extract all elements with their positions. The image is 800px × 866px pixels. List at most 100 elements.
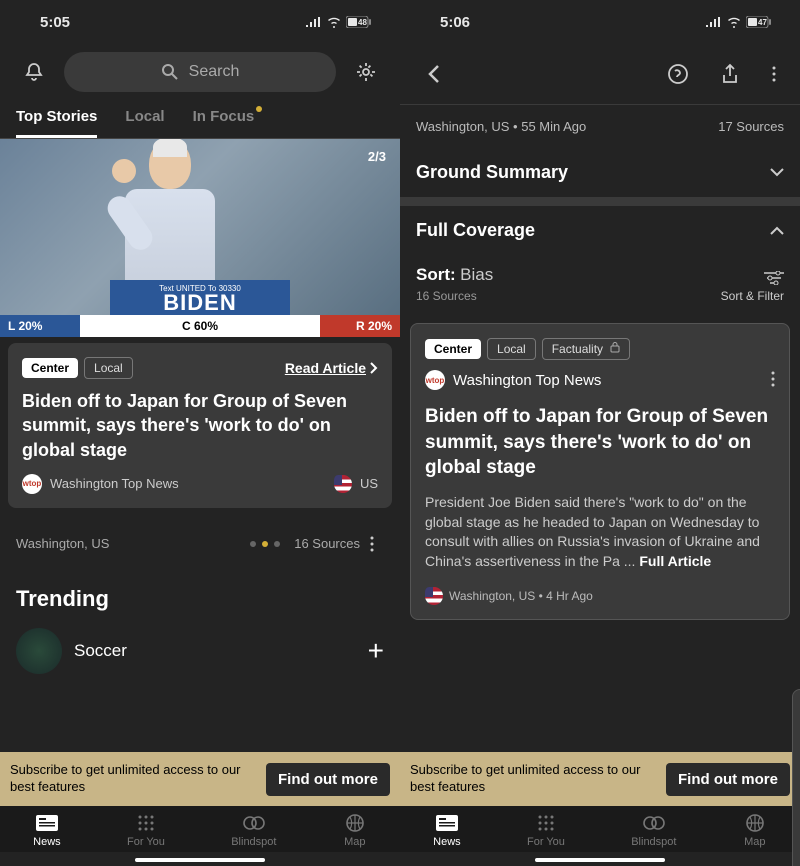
- subscribe-button[interactable]: Find out more: [266, 763, 390, 796]
- card-excerpt: President Joe Biden said there's "work t…: [425, 493, 775, 571]
- tab-bar: Top Stories Local In Focus: [0, 100, 400, 139]
- add-icon[interactable]: +: [368, 635, 384, 667]
- search-input[interactable]: Search: [64, 52, 336, 92]
- more-icon[interactable]: [762, 54, 786, 94]
- card-more-icon[interactable]: [771, 371, 775, 390]
- country-label: US: [360, 476, 378, 491]
- nav-news[interactable]: News: [433, 814, 461, 848]
- next-card-peek[interactable]: [792, 689, 800, 866]
- sort-row: Sort: Bias 16 Sources Sort & Filter: [400, 255, 800, 317]
- trending-thumb: [16, 628, 62, 674]
- filter-icon: [764, 271, 784, 285]
- location-label: Washington, US: [16, 536, 109, 551]
- detail-meta: Washington, US • 55 Min Ago 17 Sources: [400, 105, 800, 148]
- article-headline: Biden off to Japan for Group of Seven su…: [22, 389, 378, 462]
- blindspot-icon: [642, 815, 666, 831]
- read-article-link[interactable]: Read Article: [285, 360, 378, 376]
- card-source-row: wtop Washington Top News: [425, 370, 775, 390]
- ground-summary-row[interactable]: Ground Summary: [400, 148, 800, 198]
- nav-blindspot[interactable]: Blindspot: [231, 814, 276, 848]
- signal-icon: [706, 17, 722, 27]
- home-indicator[interactable]: [135, 858, 265, 862]
- tab-in-focus[interactable]: In Focus: [193, 108, 255, 138]
- tag-center[interactable]: Center: [22, 358, 78, 378]
- sort-sources: 16 Sources: [416, 289, 493, 303]
- tag-local[interactable]: Local: [84, 357, 133, 379]
- header: Search: [0, 44, 400, 100]
- flag-us-icon: [334, 475, 352, 493]
- meta-bar: Washington, US 16 Sources: [0, 514, 400, 574]
- source-name: Washington Top News: [50, 476, 179, 491]
- source-row: wtop Washington Top News US: [22, 474, 378, 494]
- sort-label: Sort:: [416, 265, 456, 284]
- news-icon: [436, 815, 458, 831]
- status-icons: 48: [306, 16, 372, 28]
- full-coverage-row[interactable]: Full Coverage: [400, 206, 800, 255]
- screen-left: 5:05 48 Search Top Stories Local In Focu…: [0, 0, 400, 866]
- blindspot-icon: [242, 815, 266, 831]
- flag-us-icon: [425, 587, 443, 605]
- chevron-right-icon: [370, 362, 378, 374]
- grid-icon: [137, 814, 155, 832]
- search-placeholder: Search: [189, 63, 240, 81]
- globe-icon: [346, 814, 364, 832]
- card-footer: Washington, US • 4 Hr Ago: [425, 587, 775, 605]
- status-time: 5:05: [40, 14, 70, 31]
- wifi-icon: [326, 16, 342, 28]
- back-icon[interactable]: [414, 54, 454, 94]
- meta-sources[interactable]: 17 Sources: [718, 119, 784, 134]
- tag-local[interactable]: Local: [487, 338, 536, 360]
- tag-row: Center Local Read Article: [22, 357, 378, 379]
- nav-for-you[interactable]: For You: [527, 814, 565, 848]
- coverage-card[interactable]: Center Local Factuality wtop Washington …: [410, 323, 790, 620]
- bottom-nav: News For You Blindspot Map: [400, 806, 800, 852]
- chevron-down-icon: [770, 168, 784, 177]
- nav-news[interactable]: News: [33, 814, 61, 848]
- wifi-icon: [726, 16, 742, 28]
- grid-icon: [537, 814, 555, 832]
- share-icon[interactable]: [710, 54, 750, 94]
- nav-map[interactable]: Map: [343, 814, 367, 848]
- help-icon[interactable]: [658, 54, 698, 94]
- meta-location-time: Washington, US • 55 Min Ago: [416, 119, 586, 134]
- signal-icon: [306, 17, 322, 27]
- divider: [400, 198, 800, 206]
- page-dots: [250, 541, 280, 547]
- bias-right: R 20%: [320, 315, 400, 337]
- tag-factuality[interactable]: Factuality: [542, 338, 631, 360]
- status-bar: 5:06 47: [400, 0, 800, 44]
- trending-item[interactable]: Soccer +: [0, 620, 400, 682]
- article-card[interactable]: Center Local Read Article Biden off to J…: [8, 343, 392, 508]
- gear-icon[interactable]: [346, 52, 386, 92]
- sources-count[interactable]: 16 Sources: [294, 536, 360, 551]
- nav-map[interactable]: Map: [743, 814, 767, 848]
- subscribe-button[interactable]: Find out more: [666, 763, 790, 796]
- trending-label: Soccer: [74, 641, 127, 661]
- status-time: 5:06: [440, 14, 470, 31]
- nav-blindspot[interactable]: Blindspot: [631, 814, 676, 848]
- hero-banner: Text UNITED To 30330 BIDEN: [110, 280, 290, 315]
- nav-for-you[interactable]: For You: [127, 814, 165, 848]
- tab-badge-dot: [256, 106, 262, 112]
- more-icon[interactable]: [360, 524, 384, 564]
- tab-local[interactable]: Local: [125, 108, 164, 138]
- sort-value[interactable]: Bias: [460, 265, 493, 284]
- source-logo: wtop: [425, 370, 445, 390]
- sort-filter-button[interactable]: Sort & Filter: [721, 271, 784, 303]
- home-indicator[interactable]: [535, 858, 665, 862]
- card-headline: Biden off to Japan for Group of Seven su…: [425, 404, 775, 481]
- tag-center[interactable]: Center: [425, 339, 481, 359]
- tab-top-stories[interactable]: Top Stories: [16, 108, 97, 138]
- subscribe-text: Subscribe to get unlimited access to our…: [10, 762, 258, 796]
- lock-icon: [610, 342, 620, 353]
- full-article-link[interactable]: Full Article: [639, 553, 711, 569]
- news-icon: [36, 815, 58, 831]
- screen-right: 5:06 47 Washington, US • 55 Min Ago 17 S…: [400, 0, 800, 866]
- subscribe-banner: Subscribe to get unlimited access to our…: [0, 752, 400, 806]
- bell-icon[interactable]: [14, 52, 54, 92]
- globe-icon: [746, 814, 764, 832]
- bottom-nav: News For You Blindspot Map: [0, 806, 400, 852]
- hero-image[interactable]: 2/3 Text UNITED To 30330 BIDEN L 20% C 6…: [0, 139, 400, 337]
- bias-bar: L 20% C 60% R 20%: [0, 315, 400, 337]
- battery-icon: 48: [346, 16, 372, 28]
